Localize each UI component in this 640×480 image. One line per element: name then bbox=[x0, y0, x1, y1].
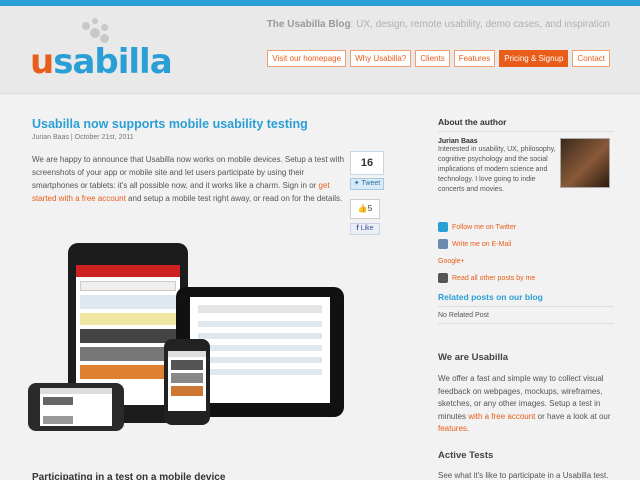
we-text-3: . bbox=[466, 424, 470, 433]
author-link-label: Write me on E-Mail bbox=[452, 240, 512, 248]
related-posts-empty: No Related Post bbox=[438, 312, 614, 324]
sidebar-features-link[interactable]: features bbox=[438, 424, 467, 433]
mail-icon bbox=[438, 239, 448, 249]
section-heading-participating: Participating in a test on a mobile devi… bbox=[32, 472, 226, 480]
nav-item-clients[interactable]: Clients bbox=[415, 50, 450, 67]
facebook-like-button[interactable]: f Like bbox=[350, 223, 380, 235]
twitter-icon bbox=[438, 222, 448, 232]
tagline-rest: : UX, design, remote usability, demo cas… bbox=[350, 19, 610, 30]
we-are-usabilla-text: We offer a fast and simple way to collec… bbox=[438, 373, 614, 436]
nav-item-visit-our-homepage[interactable]: Visit our homepage bbox=[267, 50, 347, 67]
about-author-heading: About the author bbox=[438, 117, 614, 132]
post-title[interactable]: Usabilla now supports mobile usability t… bbox=[32, 117, 388, 131]
android-phone-image bbox=[28, 383, 124, 431]
active-tests-text: See what it's like to participate in a U… bbox=[438, 470, 609, 480]
nav-item-why-usabilla[interactable]: Why Usabilla? bbox=[350, 50, 412, 67]
usabilla-logo[interactable]: usabilla bbox=[30, 16, 173, 82]
nav-item-features[interactable]: Features bbox=[453, 50, 496, 67]
like-label: Like bbox=[360, 225, 374, 232]
facebook-icon: f bbox=[356, 225, 359, 232]
related-posts-heading: Related posts on our blog bbox=[438, 292, 614, 307]
nav-item-pricing-signup[interactable]: Pricing & Signup bbox=[499, 50, 569, 67]
nav-item-contact[interactable]: Contact bbox=[572, 50, 610, 67]
page-content: Usabilla now supports mobile usability t… bbox=[0, 95, 640, 480]
tweet-count: 16 bbox=[350, 151, 384, 175]
like-count-value: 5 bbox=[367, 204, 373, 213]
like-count: 👍5 bbox=[350, 199, 380, 219]
author-link-label: Read all other posts by me bbox=[452, 274, 536, 282]
tweet-button[interactable]: ✦ Tweet bbox=[350, 178, 384, 190]
mobile-devices-image bbox=[28, 243, 348, 433]
share-buttons: 16 ✦ Tweet 👍5 f Like bbox=[350, 151, 384, 235]
tagline-brand: The Usabilla Blog bbox=[266, 19, 351, 30]
post-intro-text-end: and setup a mobile test right away, or r… bbox=[125, 194, 343, 203]
tweet-label: Tweet bbox=[361, 180, 381, 187]
active-tests-heading: Active Tests bbox=[438, 449, 494, 461]
main-column: Usabilla now supports mobile usability t… bbox=[32, 117, 388, 235]
posts-icon bbox=[438, 273, 448, 283]
post-meta: Jurian Baas | October 21st, 2011 bbox=[32, 134, 134, 141]
author-link-write-me-on-e-mail[interactable]: Write me on E-Mail bbox=[438, 238, 614, 250]
iphone-device-image bbox=[164, 339, 210, 425]
author-link-label: Google+ bbox=[438, 257, 465, 265]
sidebar-free-account-link[interactable]: with a free account bbox=[468, 412, 535, 421]
thumbs-up-icon: 👍 bbox=[357, 204, 368, 213]
author-link-follow-me-on-twitter[interactable]: Follow me on Twitter bbox=[438, 221, 614, 233]
we-are-usabilla-heading: We are Usabilla bbox=[438, 352, 509, 363]
author-box: Jurian Baas Interested in usability, UX,… bbox=[438, 138, 614, 216]
main-nav: Visit our homepage Why Usabilla? Clients Fe… bbox=[267, 50, 610, 67]
blog-tagline: The Usabilla Blog: UX, design, remote us… bbox=[267, 19, 610, 30]
site-header: usabilla The Usabilla Blog: UX, design, … bbox=[0, 6, 640, 94]
post-intro-text: We are happy to announce that Usabilla n… bbox=[32, 155, 345, 190]
author-link-google[interactable]: Google+ bbox=[438, 255, 614, 267]
twitter-bird-icon: ✦ bbox=[353, 180, 360, 187]
author-link-label: Follow me on Twitter bbox=[452, 223, 517, 231]
author-avatar bbox=[560, 138, 610, 188]
author-links: Follow me on Twitter Write me on E-Mail Go… bbox=[438, 221, 614, 284]
author-link-read-all-other-posts-by-me[interactable]: Read all other posts by me bbox=[438, 272, 614, 284]
sidebar: About the author Jurian Baas Interested … bbox=[438, 117, 614, 480]
we-text-2: or have a look at our bbox=[535, 411, 611, 421]
logo-wordmark-rest: sabilla bbox=[53, 42, 172, 82]
logo-wordmark: usabilla bbox=[30, 42, 173, 82]
author-bio: Interested in usability, UX, philosophy,… bbox=[438, 146, 556, 193]
post-intro: We are happy to announce that Usabilla n… bbox=[32, 153, 346, 205]
